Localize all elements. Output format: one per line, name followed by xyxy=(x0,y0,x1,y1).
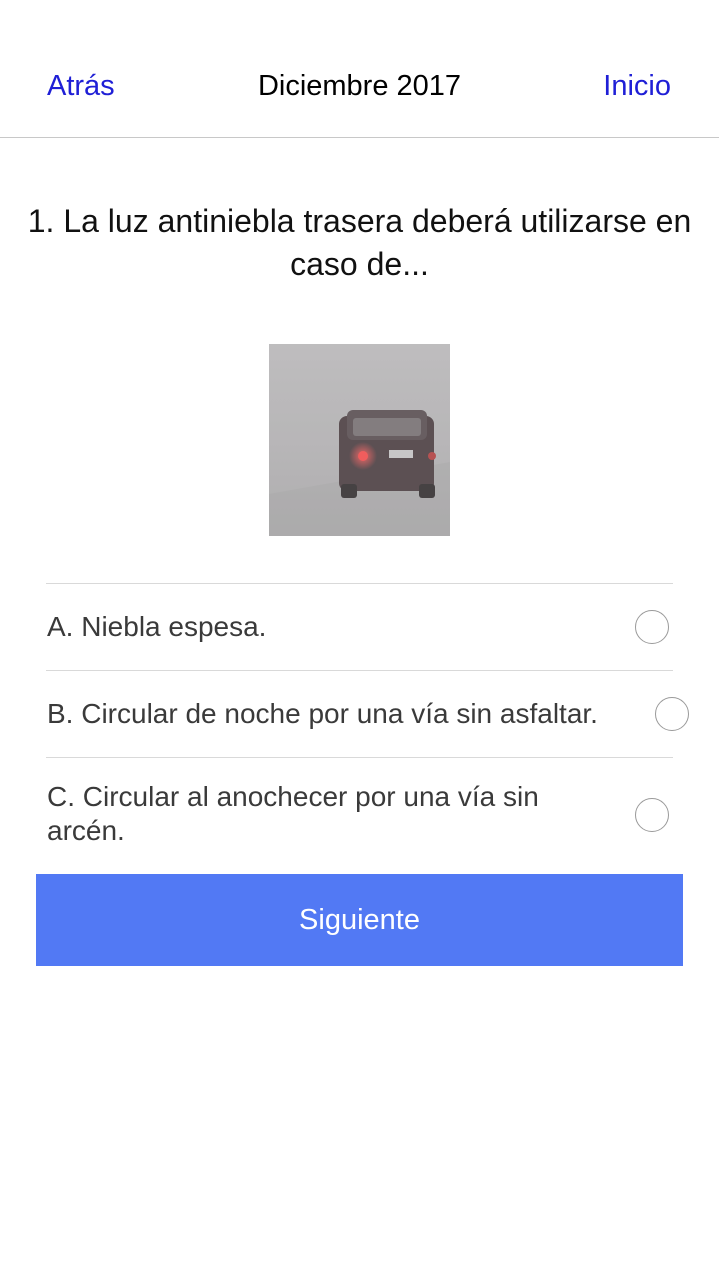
option-b-label: B. Circular de noche por una vía sin asf… xyxy=(47,698,598,729)
navigation-bar: Atrás Diciembre 2017 Inicio xyxy=(0,0,719,138)
quiz-screen: Atrás Diciembre 2017 Inicio 1. La luz an… xyxy=(0,0,719,1280)
question-text: 1. La luz antiniebla trasera deberá util… xyxy=(27,203,692,282)
option-b[interactable]: B. Circular de noche por una vía sin asf… xyxy=(46,671,689,758)
option-a-label: A. Niebla espesa. xyxy=(47,611,267,642)
home-button[interactable]: Inicio xyxy=(603,70,671,103)
option-c-radio[interactable] xyxy=(635,798,669,832)
question-image xyxy=(269,344,450,536)
next-button[interactable]: Siguiente xyxy=(36,874,683,966)
option-b-radio[interactable] xyxy=(655,697,689,731)
option-a-radio[interactable] xyxy=(635,610,669,644)
option-c-label: C. Circular al anochecer por una vía sin… xyxy=(47,781,539,846)
answer-options: A. Niebla espesa. B. Circular de noche p… xyxy=(46,583,689,875)
option-a[interactable]: A. Niebla espesa. xyxy=(46,584,673,671)
option-c[interactable]: C. Circular al anochecer por una vía sin… xyxy=(46,758,673,875)
